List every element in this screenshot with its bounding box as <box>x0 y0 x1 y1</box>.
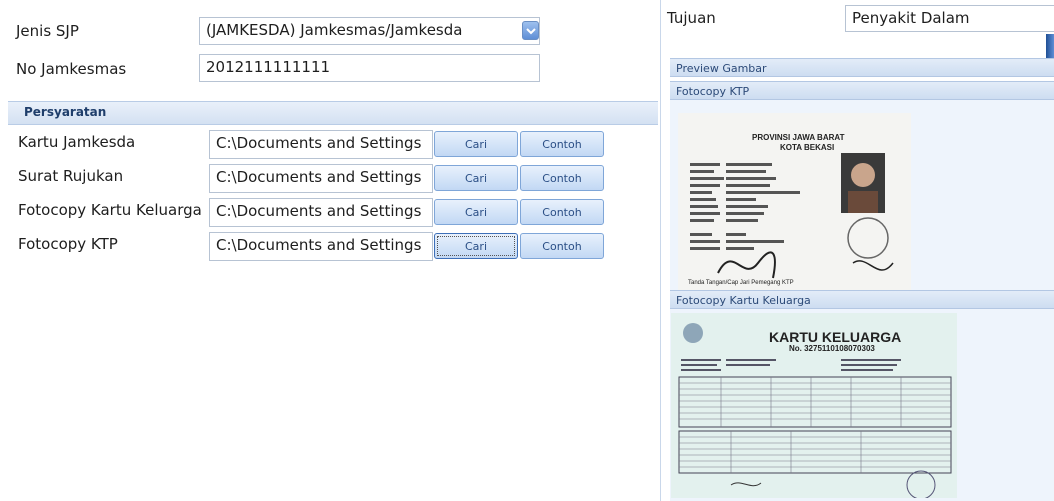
fotocopy-ktp-cari-button[interactable]: Cari <box>434 233 518 259</box>
persyaratan-title: Persyaratan <box>24 105 107 119</box>
ktp-preview-area: PROVINSI JAWA BARAT KOTA BEKASI Tanda Ta… <box>670 100 1054 290</box>
kartu-jamkesda-path-input[interactable]: C:\Documents and Settings <box>209 130 433 159</box>
preview-gambar-header: Preview Gambar <box>670 58 1054 77</box>
kk-image: KARTU KELUARGA No. 3275110108070303 <box>671 313 957 498</box>
fotocopy-ktp-panel-header: Fotocopy KTP <box>670 81 1054 100</box>
fotocopy-kk-label: Fotocopy Kartu Keluarga <box>18 201 202 219</box>
surat-rujukan-cari-button[interactable]: Cari <box>434 165 518 191</box>
jenis-sjp-dropdown-button[interactable] <box>522 21 539 40</box>
fotocopy-ktp-path: C:\Documents and Settings <box>216 236 422 254</box>
fotocopy-kk-panel-header: Fotocopy Kartu Keluarga <box>670 290 1054 309</box>
fotocopy-ktp-label: Fotocopy KTP <box>18 235 118 253</box>
ktp-details-graphic <box>690 153 894 279</box>
fotocopy-ktp-panel-title: Fotocopy KTP <box>676 85 750 98</box>
fotocopy-kk-cari-button[interactable]: Cari <box>434 199 518 225</box>
kartu-jamkesda-label: Kartu Jamkesda <box>18 133 136 151</box>
preview-gambar-title: Preview Gambar <box>676 62 767 75</box>
kartu-jamkesda-path: C:\Documents and Settings <box>216 134 422 152</box>
ktp-signature-label: Tanda Tangan/Cap Jari Pemegang KTP <box>688 280 794 286</box>
jenis-sjp-select[interactable]: (JAMKESDA) Jamkesmas/Jamkesda <box>199 17 540 45</box>
kk-preview-area: KARTU KELUARGA No. 3275110108070303 <box>670 309 1054 501</box>
surat-rujukan-contoh-button[interactable]: Contoh <box>520 165 604 191</box>
no-jamkesmas-label: No Jamkesmas <box>16 60 127 78</box>
jenis-sjp-value: (JAMKESDA) Jamkesmas/Jamkesda <box>206 21 463 39</box>
kartu-jamkesda-cari-button[interactable]: Cari <box>434 131 518 157</box>
tujuan-value: Penyakit Dalam <box>852 9 970 27</box>
fotocopy-ktp-path-input[interactable]: C:\Documents and Settings <box>209 232 433 261</box>
jenis-sjp-label: Jenis SJP <box>16 22 79 40</box>
fotocopy-ktp-contoh-button[interactable]: Contoh <box>520 233 604 259</box>
chevron-down-icon <box>525 27 536 34</box>
surat-rujukan-label: Surat Rujukan <box>18 167 124 185</box>
ktp-image: PROVINSI JAWA BARAT KOTA BEKASI Tanda Ta… <box>678 113 911 290</box>
no-jamkesmas-input[interactable]: 2012111111111 <box>199 54 540 82</box>
fotocopy-kk-path-input[interactable]: C:\Documents and Settings <box>209 198 433 227</box>
form-panel: Jenis SJP (JAMKESDA) Jamkesmas/Jamkesda … <box>0 0 661 501</box>
fotocopy-kk-path: C:\Documents and Settings <box>216 202 422 220</box>
no-jamkesmas-value: 2012111111111 <box>206 58 331 76</box>
tujuan-label: Tujuan <box>667 9 716 27</box>
surat-rujukan-path: C:\Documents and Settings <box>216 168 422 186</box>
surat-rujukan-path-input[interactable]: C:\Documents and Settings <box>209 164 433 193</box>
kartu-jamkesda-contoh-button[interactable]: Contoh <box>520 131 604 157</box>
preview-panel: Tujuan Penyakit Dalam Preview Gambar Fot… <box>661 0 1054 501</box>
tujuan-select[interactable]: Penyakit Dalam <box>845 5 1054 32</box>
kk-table-graphic <box>678 323 952 498</box>
tujuan-scrollbar[interactable] <box>1046 34 1054 58</box>
fotocopy-kk-panel-title: Fotocopy Kartu Keluarga <box>676 294 811 307</box>
fotocopy-kk-contoh-button[interactable]: Contoh <box>520 199 604 225</box>
persyaratan-header: Persyaratan <box>8 101 658 125</box>
